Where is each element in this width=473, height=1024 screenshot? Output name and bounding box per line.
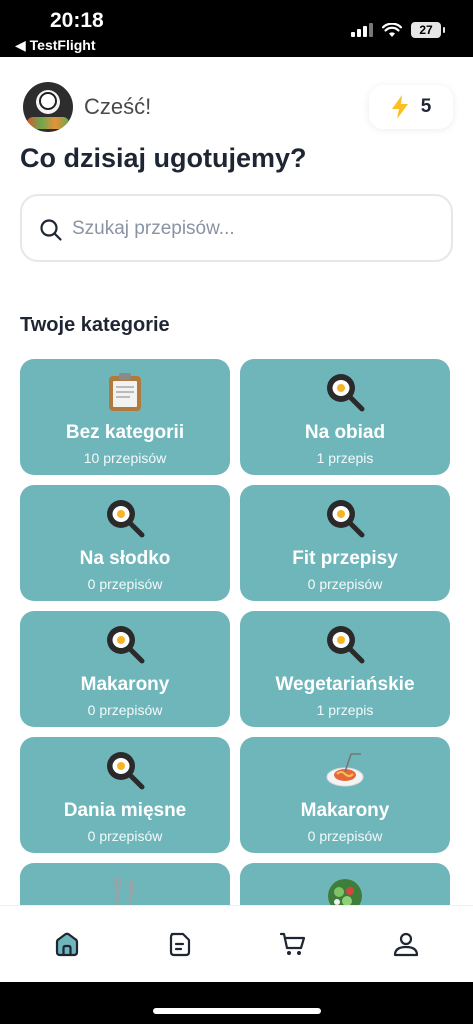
- recipes-icon: [169, 932, 190, 957]
- frying-pan-icon: [240, 372, 450, 412]
- frying-pan-icon: [20, 624, 230, 664]
- category-card[interactable]: Na słodko 0 przepisów: [20, 485, 230, 601]
- testflight-back-link[interactable]: ◀ TestFlight: [15, 37, 96, 54]
- signal-icon: [351, 23, 373, 37]
- category-card[interactable]: Dania mięsne 0 przepisów: [20, 737, 230, 853]
- greeting-text: Cześć!: [84, 94, 152, 119]
- page-title: Co dzisiaj ugotujemy?: [20, 143, 307, 173]
- category-name: Bez kategorii: [65, 422, 185, 443]
- frying-pan-icon: [240, 624, 450, 664]
- category-count: 1 przepis: [316, 702, 374, 718]
- status-icons: 27: [351, 22, 445, 38]
- category-card[interactable]: Bez kategorii 10 przepisów: [20, 359, 230, 475]
- category-count: 10 przepisów: [83, 450, 167, 466]
- vegetables-icon: [27, 117, 69, 129]
- bottom-navigation: [0, 905, 473, 982]
- wifi-icon: [382, 22, 402, 37]
- profile-icon: [394, 932, 419, 957]
- search-box[interactable]: [20, 194, 453, 262]
- category-name: Makarony: [80, 674, 170, 695]
- category-name: Dania mięsne: [63, 800, 187, 821]
- search-icon: [40, 219, 62, 241]
- status-time: 20:18: [50, 9, 104, 32]
- category-name: Na słodko: [79, 548, 171, 569]
- category-count: 1 przepis: [316, 450, 374, 466]
- category-card[interactable]: Makarony 0 przepisów: [20, 611, 230, 727]
- frying-pan-icon: [20, 498, 230, 538]
- avatar[interactable]: [23, 82, 73, 132]
- category-card[interactable]: Makarony 0 przepisów: [240, 737, 450, 853]
- category-count: 0 przepisów: [87, 828, 163, 844]
- nav-recipes[interactable]: [156, 920, 204, 968]
- spaghetti-icon: [240, 750, 450, 790]
- battery-level: 27: [419, 23, 433, 37]
- search-input[interactable]: [70, 210, 434, 248]
- categories-heading: Twoje kategorie: [20, 314, 170, 336]
- category-count: 0 przepisów: [87, 702, 163, 718]
- frying-pan-icon: [20, 750, 230, 790]
- category-count: 0 przepisów: [307, 576, 383, 592]
- frying-pan-icon: [240, 498, 450, 538]
- home-icon: [55, 932, 78, 957]
- category-count: 0 przepisów: [307, 828, 383, 844]
- status-bar: 20:18 ◀ TestFlight 27: [0, 0, 473, 57]
- nav-home[interactable]: [43, 920, 91, 968]
- category-card[interactable]: Wegetariańskie 1 przepis: [240, 611, 450, 727]
- chef-face-icon: [39, 92, 57, 110]
- category-name: Wegetariańskie: [275, 674, 415, 695]
- cart-icon: [280, 932, 306, 955]
- category-name: Makarony: [300, 800, 390, 821]
- category-card[interactable]: Fit przepisy 0 przepisów: [240, 485, 450, 601]
- categories-grid: Bez kategorii 10 przepisów Na obiad 1 pr…: [20, 359, 450, 979]
- category-name: Na obiad: [304, 422, 386, 443]
- app-screen: Cześć! 5 Co dzisiaj ugotujemy? Twoje kat…: [0, 57, 473, 982]
- lightning-icon: [391, 95, 408, 119]
- energy-badge[interactable]: 5: [369, 85, 453, 129]
- energy-count: 5: [420, 96, 432, 117]
- category-count: 0 przepisów: [87, 576, 163, 592]
- home-indicator[interactable]: [153, 1008, 321, 1014]
- nav-profile[interactable]: [382, 920, 430, 968]
- category-name: Fit przepisy: [292, 548, 398, 569]
- nav-cart[interactable]: [269, 920, 317, 968]
- clipboard-icon: [20, 372, 230, 412]
- battery-icon: 27: [411, 22, 445, 38]
- category-card[interactable]: Na obiad 1 przepis: [240, 359, 450, 475]
